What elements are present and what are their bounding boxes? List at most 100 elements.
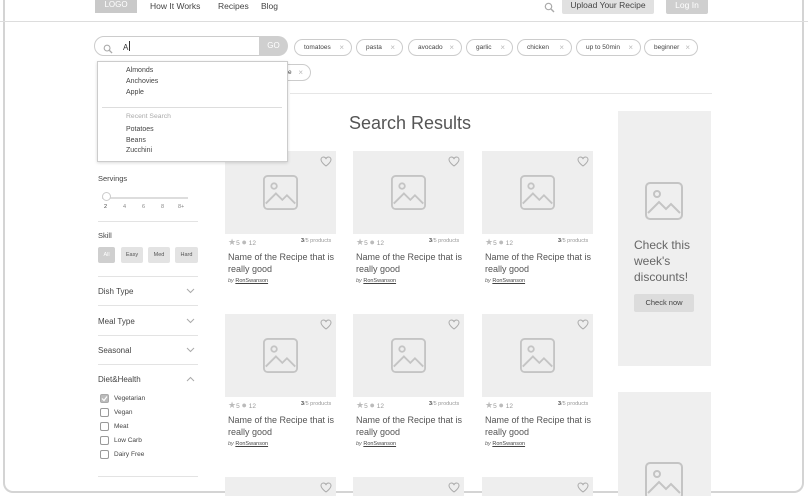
nav-recipes[interactable]: Recipes: [218, 1, 249, 11]
filter-chip-tomatoes[interactable]: tomatoes ×: [294, 39, 352, 56]
suggestion-item[interactable]: Anchovies: [126, 78, 158, 85]
filter-chip-garlic[interactable]: garlic ×: [466, 39, 513, 56]
skill-easy-button[interactable]: Easy: [121, 247, 143, 263]
heart-icon[interactable]: [448, 480, 460, 496]
suggestion-item[interactable]: Apple: [126, 89, 144, 96]
products-suffix: /5 products: [432, 401, 460, 407]
author-link[interactable]: RonSwanson: [363, 278, 396, 284]
filter-chip-pasta[interactable]: pasta ×: [356, 39, 403, 56]
check-now-button[interactable]: Check now: [634, 294, 694, 312]
recipe-title[interactable]: Name of the Recipe that is really good: [228, 414, 339, 438]
author-link[interactable]: RonSwanson: [235, 278, 268, 284]
comment-count: 12: [248, 240, 256, 247]
close-icon[interactable]: ×: [685, 40, 690, 55]
recipe-title[interactable]: Name of the Recipe that is really good: [228, 251, 339, 275]
dropdown-divider: [102, 107, 282, 108]
skill-hard-button[interactable]: Hard: [175, 247, 198, 263]
close-icon[interactable]: ×: [500, 40, 505, 55]
author-link[interactable]: RonSwanson: [363, 441, 396, 447]
heart-icon[interactable]: [577, 480, 589, 496]
filter-chip-time[interactable]: up to 50min ×: [576, 39, 641, 56]
products-suffix: /5 products: [304, 238, 332, 244]
heart-icon[interactable]: [320, 317, 332, 335]
recipe-image[interactable]: [482, 151, 593, 234]
divider: [98, 364, 198, 365]
chip-label: avocado: [418, 44, 443, 51]
chip-label: tomatoes: [304, 44, 331, 51]
recipe-title[interactable]: Name of the Recipe that is really good: [356, 414, 467, 438]
promo-banner: Check this week's discounts! Check now: [618, 111, 711, 366]
recipe-image[interactable]: [225, 151, 336, 234]
recipe-author: by RonSwanson: [356, 278, 396, 284]
diet-health-accordion[interactable]: Diet&Health: [98, 375, 198, 384]
servings-slider-track[interactable]: [102, 197, 188, 199]
go-button[interactable]: GO: [259, 36, 288, 56]
vegan-checkbox[interactable]: [100, 408, 109, 417]
chip-label: e: [288, 69, 292, 76]
heart-icon[interactable]: [577, 317, 589, 335]
author-link[interactable]: RonSwanson: [235, 441, 268, 447]
chip-label: chicken: [527, 44, 550, 51]
nav-how-it-works[interactable]: How It Works: [150, 1, 200, 11]
filter-chip-chicken[interactable]: chicken ×: [517, 39, 572, 56]
search-input[interactable]: A: [94, 36, 260, 56]
heart-icon[interactable]: [577, 154, 589, 172]
servings-tick: 2: [104, 204, 108, 210]
filter-chip-beginner[interactable]: beginner ×: [644, 39, 698, 56]
author-link[interactable]: RonSwanson: [492, 441, 525, 447]
recipe-image[interactable]: [225, 477, 336, 496]
recipe-image[interactable]: [353, 314, 464, 397]
meat-checkbox[interactable]: [100, 422, 109, 431]
image-placeholder-icon: [263, 175, 298, 215]
recipe-author: by RonSwanson: [485, 441, 525, 447]
servings-slider-handle[interactable]: [102, 192, 111, 201]
servings-tick: 4: [123, 204, 127, 210]
author-link[interactable]: RonSwanson: [492, 278, 525, 284]
recent-search-item[interactable]: Potatoes: [126, 126, 154, 133]
upload-recipe-button[interactable]: Upload Your Recipe: [562, 0, 654, 14]
recipe-image[interactable]: [353, 151, 464, 234]
filter-chip-avocado[interactable]: avocado ×: [408, 39, 462, 56]
heart-icon[interactable]: [448, 154, 460, 172]
suggestion-item[interactable]: Almonds: [126, 67, 153, 74]
nav-blog[interactable]: Blog: [261, 1, 278, 11]
close-icon[interactable]: ×: [298, 65, 303, 80]
dish-type-accordion[interactable]: Dish Type: [98, 287, 198, 296]
close-icon[interactable]: ×: [559, 40, 564, 55]
promo-banner-secondary: [618, 392, 711, 496]
recent-search-item[interactable]: Beans: [126, 137, 146, 144]
recent-search-item[interactable]: Zucchini: [126, 147, 152, 154]
star-icon: ★: [356, 400, 365, 410]
recipe-image[interactable]: [482, 314, 593, 397]
chip-label: beginner: [654, 44, 680, 51]
logo[interactable]: LOGO: [95, 0, 137, 13]
recipe-image[interactable]: [482, 477, 593, 496]
close-icon[interactable]: ×: [390, 40, 395, 55]
skill-med-button[interactable]: Med: [148, 247, 170, 263]
close-icon[interactable]: ×: [628, 40, 633, 55]
recipe-title[interactable]: Name of the Recipe that is really good: [485, 414, 596, 438]
heart-icon[interactable]: [448, 317, 460, 335]
seasonal-accordion[interactable]: Seasonal: [98, 346, 198, 355]
vegetarian-checkbox[interactable]: [100, 394, 109, 403]
search-icon[interactable]: [544, 0, 555, 18]
dairy-free-checkbox[interactable]: [100, 450, 109, 459]
image-placeholder-icon: [391, 175, 426, 215]
recipe-image[interactable]: [353, 477, 464, 496]
recipe-author: by RonSwanson: [228, 441, 268, 447]
heart-icon[interactable]: [320, 154, 332, 172]
recipe-rating: ★5 ● 12: [228, 237, 256, 248]
close-icon[interactable]: ×: [449, 40, 454, 55]
login-button[interactable]: Log In: [666, 0, 708, 14]
chevron-down-icon: [186, 346, 195, 355]
heart-icon[interactable]: [320, 480, 332, 496]
recipe-title[interactable]: Name of the Recipe that is really good: [356, 251, 467, 275]
recipe-image[interactable]: [225, 314, 336, 397]
meal-type-accordion[interactable]: Meal Type: [98, 317, 198, 326]
recipe-title[interactable]: Name of the Recipe that is really good: [485, 251, 596, 275]
low-carb-checkbox[interactable]: [100, 436, 109, 445]
author-prefix: by: [228, 441, 234, 447]
comment-count: 12: [376, 240, 384, 247]
skill-all-button[interactable]: All: [98, 247, 115, 263]
close-icon[interactable]: ×: [339, 40, 344, 55]
